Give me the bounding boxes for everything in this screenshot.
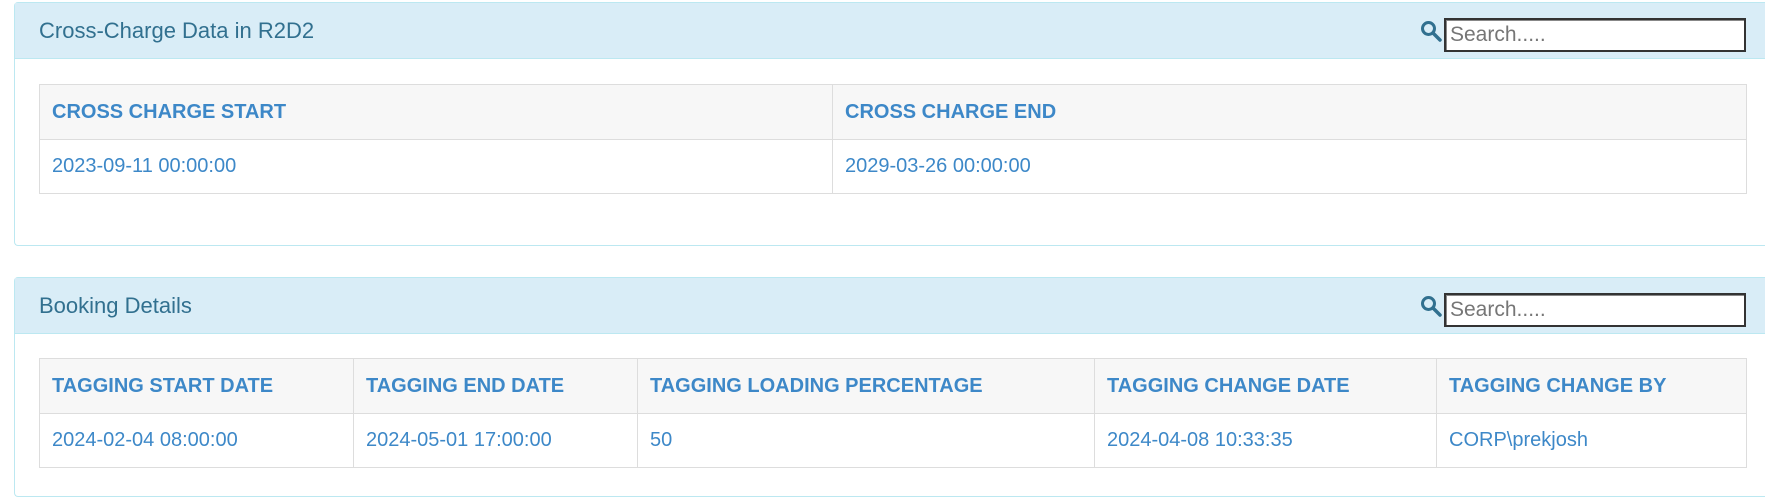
table-header-row: TAGGING START DATE TAGGING END DATE TAGG… (39, 358, 1747, 414)
cross-charge-panel-title: Cross-Charge Data in R2D2 (39, 18, 315, 43)
booking-details-table: TAGGING START DATE TAGGING END DATE TAGG… (39, 358, 1747, 468)
cross-charge-panel-heading: Cross-Charge Data in R2D2 (15, 3, 1765, 59)
cross-charge-panel: Cross-Charge Data in R2D2 CROSS CHARGE S… (14, 2, 1765, 246)
cell-cross-charge-start: 2023-09-11 00:00:00 (39, 139, 833, 194)
column-header-tagging-start-date[interactable]: TAGGING START DATE (39, 358, 354, 414)
booking-details-panel: Booking Details TAGGING START DATE TAGGI… (14, 277, 1765, 497)
booking-details-panel-title: Booking Details (39, 293, 192, 318)
booking-details-panel-heading: Booking Details (15, 278, 1765, 334)
table-header-row: CROSS CHARGE START CROSS CHARGE END (39, 84, 1747, 140)
column-header-tagging-change-by[interactable]: TAGGING CHANGE BY (1436, 358, 1747, 414)
search-icon (1421, 296, 1442, 317)
booking-details-search-input[interactable] (1444, 293, 1746, 327)
table-row: 2024-02-04 08:00:00 2024-05-01 17:00:00 … (39, 413, 1747, 468)
cross-charge-search-input[interactable] (1444, 18, 1746, 52)
column-header-tagging-loading-percentage[interactable]: TAGGING LOADING PERCENTAGE (637, 358, 1095, 414)
cell-tagging-loading-percentage: 50 (637, 413, 1095, 468)
cell-tagging-change-date: 2024-04-08 10:33:35 (1094, 413, 1437, 468)
column-header-tagging-end-date[interactable]: TAGGING END DATE (353, 358, 638, 414)
search-icon (1421, 21, 1442, 42)
cell-tagging-start-date: 2024-02-04 08:00:00 (39, 413, 354, 468)
column-header-tagging-change-date[interactable]: TAGGING CHANGE DATE (1094, 358, 1437, 414)
cell-cross-charge-end: 2029-03-26 00:00:00 (832, 139, 1747, 194)
column-header-cross-charge-start[interactable]: CROSS CHARGE START (39, 84, 833, 140)
column-header-cross-charge-end[interactable]: CROSS CHARGE END (832, 84, 1747, 140)
cell-tagging-change-by: CORP\prekjosh (1436, 413, 1747, 468)
table-row: 2023-09-11 00:00:00 2029-03-26 00:00:00 (39, 139, 1747, 194)
cross-charge-table: CROSS CHARGE START CROSS CHARGE END 2023… (39, 84, 1747, 194)
cell-tagging-end-date: 2024-05-01 17:00:00 (353, 413, 638, 468)
